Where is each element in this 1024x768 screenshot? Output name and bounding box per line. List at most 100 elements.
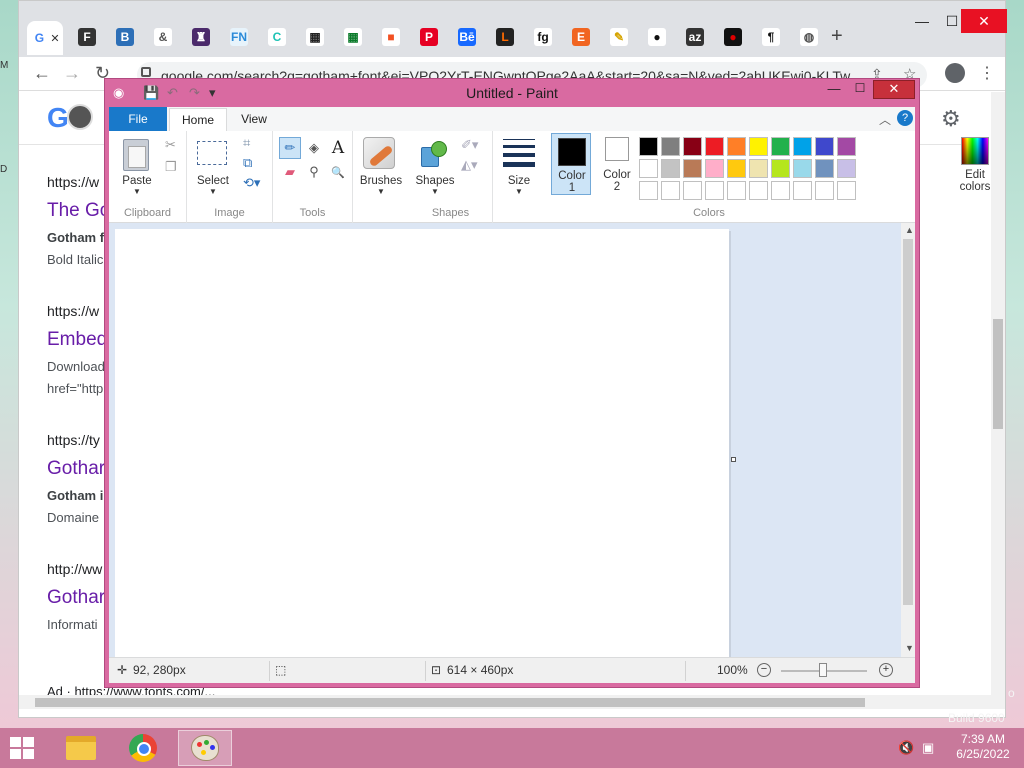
tab-behance[interactable]: Bē: [453, 23, 481, 51]
palette-swatch[interactable]: [771, 181, 790, 200]
palette-swatch[interactable]: [683, 137, 702, 156]
tab-fg[interactable]: fg: [529, 23, 557, 51]
palette-swatch[interactable]: [639, 159, 658, 178]
text-tool-icon[interactable]: A: [327, 137, 349, 159]
tab-home[interactable]: Home: [169, 108, 227, 132]
palette-swatch[interactable]: [705, 159, 724, 178]
window-minimize-button[interactable]: —: [905, 9, 939, 33]
palette-swatch[interactable]: [727, 181, 746, 200]
tab-fontspace[interactable]: ♜: [187, 23, 215, 51]
tab-ampersand[interactable]: &: [149, 23, 177, 51]
paint-minimize-button[interactable]: —: [821, 81, 847, 99]
result-title[interactable]: Gothar: [47, 587, 105, 609]
result-title[interactable]: The Go: [47, 200, 110, 222]
palette-swatch[interactable]: [837, 159, 856, 178]
palette-swatch[interactable]: [749, 181, 768, 200]
start-button[interactable]: [10, 737, 36, 759]
tab-grid2[interactable]: ▦: [339, 23, 367, 51]
tab-pilcrow[interactable]: ¶: [757, 23, 785, 51]
collapse-ribbon-icon[interactable]: ︿: [879, 111, 891, 128]
palette-swatch[interactable]: [815, 159, 834, 178]
palette-swatch[interactable]: [815, 137, 834, 156]
palette-swatch[interactable]: [639, 137, 658, 156]
canvas-resize-handle[interactable]: [731, 457, 736, 462]
tab-microsoft[interactable]: ■: [377, 23, 405, 51]
cut-icon[interactable]: ✂: [165, 137, 176, 153]
zoom-out-button[interactable]: −: [757, 663, 771, 677]
tab-pinterest[interactable]: P: [415, 23, 443, 51]
palette-swatch[interactable]: [705, 137, 724, 156]
pencil-icon[interactable]: ✏: [279, 137, 301, 159]
new-tab-button[interactable]: +: [831, 25, 843, 48]
palette-swatch[interactable]: [793, 181, 812, 200]
paste-dropdown-icon[interactable]: ▼: [117, 187, 157, 196]
eraser-icon[interactable]: ▰: [279, 161, 301, 183]
taskbar-chrome[interactable]: [116, 730, 170, 766]
palette-swatch[interactable]: [749, 137, 768, 156]
palette-swatch[interactable]: [793, 159, 812, 178]
forward-button[interactable]: →: [63, 63, 81, 84]
resize-icon[interactable]: ⧉: [243, 155, 252, 171]
tab-b[interactable]: B: [111, 23, 139, 51]
shapes-dropdown-icon[interactable]: ▼: [413, 187, 457, 196]
page-vertical-scroll-thumb[interactable]: [993, 319, 1003, 429]
taskbar-file-explorer[interactable]: [54, 730, 108, 766]
rotate-icon[interactable]: ⟲▾: [243, 175, 260, 191]
brushes-dropdown-icon[interactable]: ▼: [355, 187, 407, 196]
size-button[interactable]: Size ▼: [493, 131, 545, 223]
magnifier-icon[interactable]: 🔍: [327, 161, 349, 183]
tab-canva[interactable]: C: [263, 23, 291, 51]
back-button[interactable]: ←: [33, 63, 51, 84]
tab-l[interactable]: L: [491, 23, 519, 51]
profile-avatar-icon[interactable]: [945, 63, 965, 83]
redo-icon[interactable]: ↷: [189, 85, 200, 101]
palette-swatch[interactable]: [683, 159, 702, 178]
palette-swatch[interactable]: [771, 137, 790, 156]
fill-bucket-icon[interactable]: ◈: [303, 137, 325, 159]
customize-qat-icon[interactable]: ▾: [209, 85, 216, 101]
tab-fontsquirrel[interactable]: F: [73, 23, 101, 51]
tab-grid1[interactable]: ▦: [301, 23, 329, 51]
size-dropdown-icon[interactable]: ▼: [493, 187, 545, 196]
paint-title-bar[interactable]: Untitled - Paint ◉ 💾 ↶ ↷ ▾ — ☐ ✕: [105, 79, 919, 107]
taskbar-paint[interactable]: [178, 730, 232, 766]
palette-swatch[interactable]: [705, 181, 724, 200]
paint-app-icon[interactable]: ◉: [113, 85, 124, 101]
tab-github[interactable]: ●: [643, 23, 671, 51]
tab-az[interactable]: az: [681, 23, 709, 51]
scroll-down-arrow-icon[interactable]: ▼: [905, 643, 914, 653]
copy-icon[interactable]: ❐: [165, 159, 177, 175]
taskbar-clock[interactable]: 7:39 AM 6/25/2022: [948, 732, 1018, 762]
palette-swatch[interactable]: [771, 159, 790, 178]
tab-etsy[interactable]: E: [567, 23, 595, 51]
palette-swatch[interactable]: [727, 159, 746, 178]
select-dropdown-icon[interactable]: ▼: [193, 187, 233, 196]
doodle-avatar[interactable]: [67, 104, 93, 130]
undo-icon[interactable]: ↶: [167, 85, 178, 101]
settings-gear-icon[interactable]: ⚙: [941, 106, 961, 132]
tab-view[interactable]: View: [229, 107, 279, 131]
palette-swatch[interactable]: [661, 181, 680, 200]
outline-icon[interactable]: ✐▾: [461, 137, 478, 153]
palette-swatch[interactable]: [837, 137, 856, 156]
palette-swatch[interactable]: [639, 181, 658, 200]
save-icon[interactable]: 💾: [143, 85, 159, 101]
tab-fn[interactable]: FN: [225, 23, 253, 51]
paint-close-button[interactable]: ✕: [873, 80, 915, 99]
paint-maximize-button[interactable]: ☐: [847, 81, 873, 99]
palette-swatch[interactable]: [815, 181, 834, 200]
page-horizontal-scroll-thumb[interactable]: [35, 698, 865, 707]
close-tab-icon[interactable]: ✕: [50, 32, 59, 45]
palette-swatch[interactable]: [793, 137, 812, 156]
tab-pen[interactable]: ✎: [605, 23, 633, 51]
crop-icon[interactable]: ⌗: [243, 135, 250, 151]
palette-swatch[interactable]: [837, 181, 856, 200]
chrome-menu-icon[interactable]: ⋮: [979, 63, 995, 83]
color1-button[interactable]: Color 1: [551, 133, 591, 195]
color-picker-icon[interactable]: ⚲: [303, 161, 325, 183]
palette-swatch[interactable]: [727, 137, 746, 156]
tab-globe[interactable]: ◍: [795, 23, 823, 51]
shape-fill-icon[interactable]: ◭▾: [461, 157, 478, 173]
scroll-up-arrow-icon[interactable]: ▲: [905, 225, 914, 235]
window-close-button[interactable]: ✕: [961, 9, 1007, 33]
